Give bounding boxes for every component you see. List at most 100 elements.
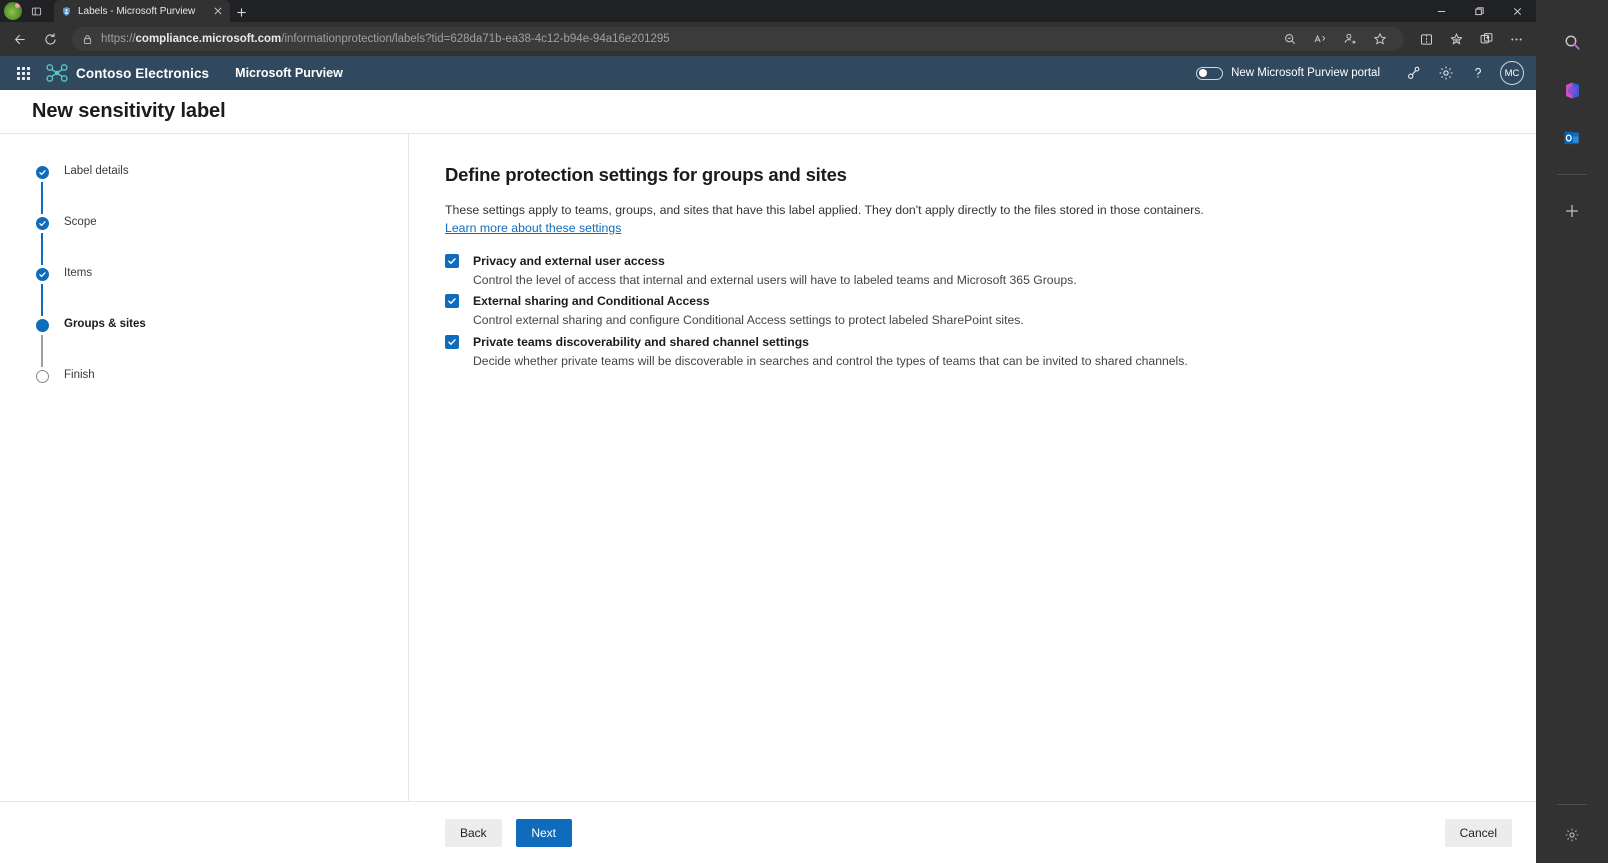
- profile-add-icon[interactable]: [1336, 26, 1364, 52]
- new-tab-button[interactable]: [230, 2, 252, 22]
- close-icon[interactable]: [1498, 0, 1536, 22]
- step-complete-check-icon: [35, 166, 49, 179]
- step-connector: [41, 284, 43, 316]
- new-portal-toggle[interactable]: [1196, 66, 1224, 80]
- protection-options-list: Privacy and external user access Control …: [445, 253, 1536, 371]
- app-root: Labels - Microsoft Purview https://compl…: [0, 0, 1608, 863]
- content-description: These settings apply to teams, groups, a…: [445, 203, 1204, 217]
- learn-more-link[interactable]: Learn more about these settings: [445, 221, 621, 235]
- window-controls: [1422, 0, 1536, 22]
- reload-icon[interactable]: [36, 26, 64, 52]
- browser-content-area: Labels - Microsoft Purview https://compl…: [0, 0, 1536, 863]
- microsoft-365-icon[interactable]: [1556, 74, 1588, 106]
- new-portal-toggle-label: New Microsoft Purview portal: [1231, 67, 1380, 79]
- app-launcher-waffle-icon[interactable]: [10, 60, 36, 86]
- zoom-out-icon[interactable]: [1276, 26, 1304, 52]
- step-current-dot-icon: [35, 319, 49, 332]
- protection-option-description: Decide whether private teams will be dis…: [473, 354, 1188, 369]
- tab-close-icon[interactable]: [212, 5, 224, 17]
- browser-tab[interactable]: Labels - Microsoft Purview: [54, 0, 230, 22]
- help-question-icon[interactable]: [1462, 59, 1494, 87]
- protection-option: External sharing and Conditional Access C…: [445, 294, 1536, 329]
- wizard-step-groups-sites[interactable]: Groups & sites: [34, 318, 408, 370]
- address-bar-url: https://compliance.microsoft.com/informa…: [101, 33, 670, 45]
- settings-gear-icon[interactable]: [1430, 59, 1462, 87]
- favorite-star-icon[interactable]: [1366, 26, 1394, 52]
- browser-toolbar: https://compliance.microsoft.com/informa…: [0, 22, 1536, 56]
- step-connector: [41, 335, 43, 367]
- diagnostics-icon[interactable]: [1398, 59, 1430, 87]
- protection-option-row[interactable]: Private teams discoverability and shared…: [445, 335, 1536, 350]
- checkbox-checked-icon[interactable]: [445, 253, 459, 268]
- protection-option-row[interactable]: Privacy and external user access: [445, 253, 1536, 268]
- step-connector: [41, 233, 43, 265]
- app-name: Microsoft Purview: [235, 66, 343, 80]
- back-button[interactable]: Back: [445, 818, 502, 847]
- step-connector: [41, 182, 43, 214]
- arrow-left-icon[interactable]: [6, 26, 34, 52]
- wizard-step-label-details[interactable]: Label details: [34, 165, 408, 217]
- checkbox-checked-icon[interactable]: [445, 294, 459, 309]
- content-heading: Define protection settings for groups an…: [445, 164, 847, 185]
- sidebar-divider: [1557, 174, 1587, 175]
- shield-icon: [60, 5, 72, 17]
- step-pending-circle-icon: [35, 370, 49, 383]
- brand-name: Contoso Electronics: [76, 65, 210, 81]
- step-label: Scope: [64, 216, 97, 228]
- split-screen-icon[interactable]: [1412, 26, 1440, 52]
- contoso-drone-logo-icon: [44, 60, 70, 86]
- address-bar-actions: [1276, 26, 1394, 52]
- browser-titlebar: Labels - Microsoft Purview: [0, 0, 1536, 22]
- checkbox-checked-icon[interactable]: [445, 335, 459, 350]
- browser-essentials-icon[interactable]: [1472, 26, 1500, 52]
- minimize-icon[interactable]: [1422, 0, 1460, 22]
- protection-option: Private teams discoverability and shared…: [445, 335, 1536, 370]
- protection-option: Privacy and external user access Control …: [445, 253, 1536, 289]
- wizard-steps-pane: Label details Scope Items Groups & sites Fin…: [0, 134, 409, 801]
- wizard-footer: Back Next Cancel: [0, 801, 1536, 863]
- protection-option-description: Control external sharing and configure C…: [473, 313, 1024, 328]
- step-marker: [34, 217, 50, 268]
- page-title-bar: New sensitivity label: [0, 90, 1536, 134]
- tab-list-icon[interactable]: [24, 1, 48, 21]
- protection-option-title: Private teams discoverability and shared…: [473, 335, 809, 350]
- titlebar-left-group: [0, 0, 48, 22]
- wizard-step-finish[interactable]: Finish: [34, 369, 408, 383]
- step-complete-check-icon: [35, 268, 49, 281]
- step-marker: [34, 370, 50, 383]
- lock-icon: [82, 34, 93, 45]
- read-aloud-icon[interactable]: [1306, 26, 1334, 52]
- add-sidebar-icon[interactable]: [1556, 195, 1588, 227]
- profile-avatar-plant-icon[interactable]: [4, 2, 22, 20]
- step-label: Finish: [64, 369, 95, 381]
- outlook-icon[interactable]: [1556, 122, 1588, 154]
- protection-option-title: Privacy and external user access: [473, 253, 665, 268]
- wizard-body: Label details Scope Items Groups & sites Fin…: [0, 134, 1536, 801]
- restore-icon[interactable]: [1460, 0, 1498, 22]
- protection-option-title: External sharing and Conditional Access: [473, 294, 710, 309]
- address-bar[interactable]: https://compliance.microsoft.com/informa…: [72, 27, 1404, 51]
- user-avatar[interactable]: MC: [1500, 61, 1524, 85]
- cancel-button[interactable]: Cancel: [1444, 818, 1512, 847]
- wizard-step-items[interactable]: Items: [34, 267, 408, 319]
- wizard-step-scope[interactable]: Scope: [34, 216, 408, 268]
- next-button[interactable]: Next: [515, 818, 572, 847]
- step-label: Groups & sites: [64, 318, 146, 330]
- protection-option-description: Control the level of access that interna…: [473, 272, 1077, 287]
- sidebar-bottom-group: [1556, 800, 1588, 863]
- step-marker: [34, 166, 50, 217]
- protection-option-row[interactable]: External sharing and Conditional Access: [445, 294, 1536, 309]
- copilot-search-icon[interactable]: [1556, 26, 1588, 58]
- step-complete-check-icon: [35, 217, 49, 230]
- edge-sidebar: [1536, 0, 1608, 863]
- step-label: Items: [64, 267, 93, 279]
- more-options-icon[interactable]: [1502, 26, 1530, 52]
- purview-header: Contoso Electronics Microsoft Purview Ne…: [0, 56, 1536, 90]
- wizard-content-pane: Define protection settings for groups an…: [409, 134, 1536, 801]
- collections-icon[interactable]: [1442, 26, 1470, 52]
- step-label: Label details: [64, 165, 129, 177]
- step-marker: [34, 268, 50, 319]
- purview-header-actions: New Microsoft Purview portal MC: [1196, 59, 1526, 87]
- sidebar-settings-gear-icon[interactable]: [1556, 819, 1588, 851]
- page-title: New sensitivity label: [32, 100, 226, 122]
